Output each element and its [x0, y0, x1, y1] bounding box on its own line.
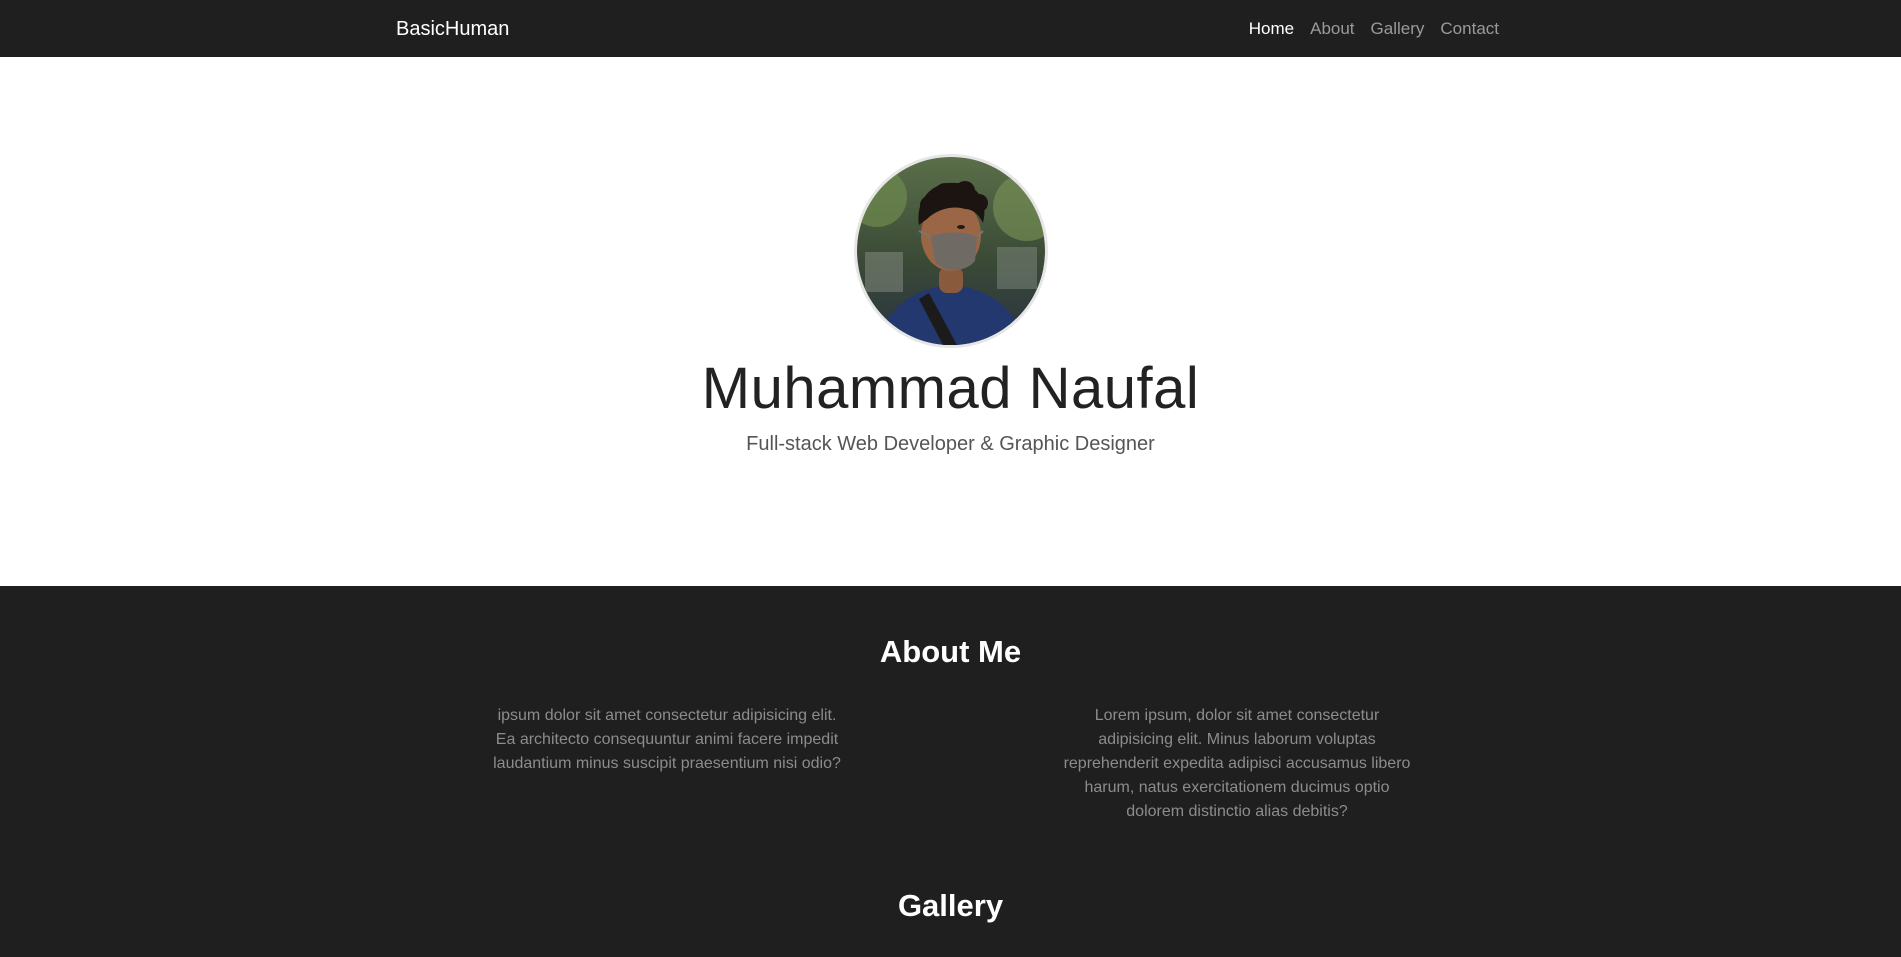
avatar — [854, 154, 1048, 348]
nav-link-contact[interactable]: Contact — [1440, 19, 1499, 39]
nav-link-home[interactable]: Home — [1249, 19, 1294, 39]
gallery-title: Gallery — [897, 888, 1004, 923]
nav-links: Home About Gallery Contact — [1249, 19, 1499, 39]
hero-subtitle: Full-stack Web Developer & Graphic Desig… — [746, 433, 1155, 455]
brand-logo[interactable]: BasicHuman — [396, 17, 509, 41]
about-title: About Me — [879, 634, 1022, 669]
nav-link-gallery[interactable]: Gallery — [1371, 19, 1425, 39]
navbar: BasicHuman Home About Gallery Contact — [0, 0, 1901, 57]
avatar-photo — [857, 157, 1045, 345]
hero-section: Muhammad Naufal Full-stack Web Developer… — [0, 57, 1901, 586]
nav-link-about[interactable]: About — [1310, 19, 1354, 39]
about-paragraph-right: Lorem ipsum, dolor sit amet consectetur … — [1063, 707, 1411, 820]
dark-section: About Me ipsum dolor sit amet consectetu… — [0, 586, 1901, 957]
about-paragraph-left: ipsum dolor sit amet consectetur adipisi… — [493, 707, 841, 772]
hero-name: Muhammad Naufal — [701, 356, 1200, 421]
